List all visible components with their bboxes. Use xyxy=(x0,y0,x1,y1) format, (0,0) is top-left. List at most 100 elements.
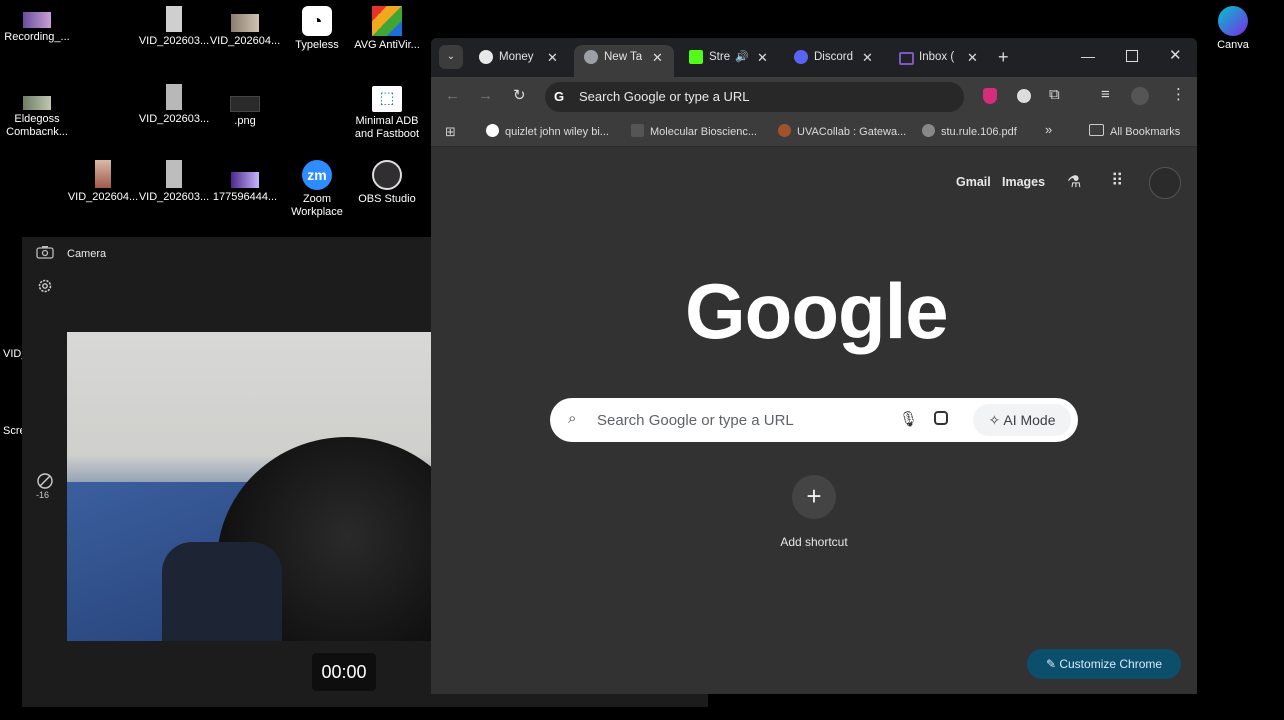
images-link[interactable]: Images xyxy=(1002,175,1045,189)
bookmark-uvacollab[interactable]: UVACollab : Gatewa... xyxy=(778,124,906,138)
all-bookmarks-folder[interactable]: All Bookmarks xyxy=(1089,124,1180,138)
bookmark-pdf[interactable]: stu.rule.106.pdf xyxy=(922,124,1017,138)
toolbar: ← → ↻ G Search Google or type a URL ⧉ ≡ … xyxy=(431,77,1197,117)
desktop-icon-label: VID_202604... xyxy=(67,191,139,203)
apps-grid-icon[interactable]: ⊞ xyxy=(445,124,456,140)
omnibox-text: Search Google or type a URL xyxy=(579,89,750,104)
extensions-puzzle-icon[interactable]: ⧉ xyxy=(1049,86,1060,103)
desktop-icon-canva[interactable]: Canva xyxy=(1196,6,1270,52)
add-shortcut-button[interactable]: + xyxy=(792,475,836,519)
account-avatar[interactable] xyxy=(1149,167,1181,199)
camera-preview-feed xyxy=(67,332,467,641)
tab-inbox[interactable]: Inbox ( ✕ xyxy=(889,45,989,77)
chrome-window: ⌄ Money ✕ New Ta ✕ Stre 🔊 ✕ Discord ✕ In… xyxy=(431,38,1197,694)
more-bookmarks-chevron-icon[interactable]: » xyxy=(1045,122,1052,137)
search-icon: ⌕ xyxy=(568,410,577,427)
canva-icon xyxy=(1218,6,1248,36)
desktop-icon-label: .png xyxy=(234,115,256,127)
tab-new-tab[interactable]: New Ta ✕ xyxy=(574,45,674,77)
desktop-icon-vid-4[interactable]: VID_202604... xyxy=(66,160,140,204)
back-icon[interactable]: ← xyxy=(445,87,460,104)
desktop-icon-label: Canva xyxy=(1217,39,1249,51)
video-thumbnail-icon xyxy=(166,84,182,110)
desktop-icon-minimal-adb[interactable]: ⬚ Minimal ADB and Fastboot xyxy=(350,86,424,141)
uva-favicon-icon xyxy=(778,124,791,137)
audio-playing-icon[interactable]: 🔊 xyxy=(735,45,749,70)
tab-close-icon[interactable]: ✕ xyxy=(547,45,558,70)
extension-shield-icon[interactable] xyxy=(983,88,997,104)
desktop-icon-vid-1[interactable]: VID_202603... xyxy=(137,6,211,48)
add-shortcut-label: Add shortcut xyxy=(780,535,848,549)
desktop-icon-obs[interactable]: OBS Studio xyxy=(350,160,424,206)
bookmark-molecular[interactable]: Molecular Bioscienc... xyxy=(631,124,757,138)
ai-mode-button[interactable]: ✧ AI Mode xyxy=(973,404,1071,436)
tab-stream[interactable]: Stre 🔊 ✕ xyxy=(679,45,779,77)
close-window-icon[interactable]: ✕ xyxy=(1169,46,1182,64)
settings-gear-icon[interactable] xyxy=(36,277,54,295)
maximize-icon[interactable] xyxy=(1126,50,1138,62)
desktop-icon-typeless[interactable]: ◔ Typeless xyxy=(280,6,354,52)
customize-chrome-label: Customize Chrome xyxy=(1059,657,1163,671)
zoom-icon: zm xyxy=(302,160,332,190)
desktop-icon-label: Typeless xyxy=(295,39,339,51)
bookmarks-bar: ⊞ quizlet john wiley bi... Molecular Bio… xyxy=(431,117,1197,147)
desktop-icon-avg[interactable]: AVG AntiVir... xyxy=(350,6,424,52)
tab-close-icon[interactable]: ✕ xyxy=(652,45,663,70)
menu-kebab-icon[interactable]: ⋮ xyxy=(1171,85,1186,103)
minimize-icon[interactable]: — xyxy=(1081,48,1095,64)
gmail-link[interactable]: Gmail xyxy=(956,175,991,189)
tab-close-icon[interactable]: ✕ xyxy=(967,45,978,70)
reload-icon[interactable]: ↻ xyxy=(513,86,526,104)
video-thumbnail-icon xyxy=(231,14,259,32)
voice-search-mic-icon[interactable]: 🎙 xyxy=(899,410,918,428)
bookmark-label: quizlet john wiley bi... xyxy=(505,126,609,138)
bookmark-quizlet[interactable]: quizlet john wiley bi... xyxy=(486,124,609,138)
tab-search-chevron-icon[interactable]: ⌄ xyxy=(439,45,463,69)
desktop-icon-label: Minimal ADB and Fastboot xyxy=(354,115,420,140)
person-shoulder xyxy=(162,542,282,641)
obs-icon xyxy=(372,160,402,190)
kick-favicon-icon xyxy=(689,50,703,64)
globe-favicon-icon xyxy=(922,124,935,137)
desktop-icon-vid-3[interactable]: VID_202603... xyxy=(137,84,211,126)
labs-flask-icon[interactable]: ⚗ xyxy=(1067,172,1081,192)
tab-label: New Ta xyxy=(604,51,642,63)
media-control-icon[interactable]: ≡ xyxy=(1101,86,1110,103)
tab-label: Money xyxy=(499,51,534,63)
desktop-icon-label: Recording_... xyxy=(4,31,70,43)
tab-discord[interactable]: Discord ✕ xyxy=(784,45,884,77)
desktop-icon-zoom[interactable]: zm Zoom Workplace xyxy=(280,160,354,219)
tab-close-icon[interactable]: ✕ xyxy=(862,45,873,70)
university-favicon-icon xyxy=(631,124,644,137)
customize-chrome-button[interactable]: ✎ Customize Chrome xyxy=(1027,649,1181,679)
new-tab-plus-icon[interactable]: + xyxy=(998,47,1009,68)
desktop-icon-recording[interactable]: Recording_... xyxy=(0,12,74,44)
desktop-icon-vid-2[interactable]: VID_202604... xyxy=(208,14,282,48)
tab-close-icon[interactable]: ✕ xyxy=(757,45,768,70)
desktop-icon-eldegoss[interactable]: Eldegoss Combacnk... xyxy=(0,96,74,139)
omnibox[interactable]: G Search Google or type a URL xyxy=(545,82,964,112)
desktop-icon-vid-5[interactable]: VID_202603... xyxy=(137,160,211,204)
tab-money[interactable]: Money ✕ xyxy=(469,45,569,77)
image-thumbnail-icon xyxy=(23,96,51,110)
bookmark-label: Molecular Bioscienc... xyxy=(650,126,757,138)
desktop-icon-png[interactable]: .png xyxy=(208,96,282,128)
extension-icon[interactable] xyxy=(1017,89,1031,103)
video-thumbnail-icon xyxy=(166,6,182,32)
image-thumbnail-icon xyxy=(231,172,259,188)
exposure-icon[interactable] xyxy=(36,472,54,490)
typeless-icon: ◔ xyxy=(302,6,332,36)
avg-icon xyxy=(372,6,402,36)
google-logo: Google xyxy=(685,267,949,355)
tab-strip: ⌄ Money ✕ New Ta ✕ Stre 🔊 ✕ Discord ✕ In… xyxy=(431,38,1197,77)
desktop-icon-177[interactable]: 177596444... xyxy=(208,172,282,204)
video-thumbnail-icon xyxy=(166,160,182,188)
desktop-icon-label: Eldegoss Combacnk... xyxy=(6,113,68,138)
ntp-search-box[interactable]: ⌕ Search Google or type a URL 🎙 ✧ AI Mod… xyxy=(550,398,1078,442)
desktop-icon-label: 177596444... xyxy=(212,191,278,203)
lens-icon[interactable] xyxy=(934,411,948,425)
google-apps-grid-icon[interactable]: ⠿ xyxy=(1111,171,1123,191)
profile-avatar[interactable] xyxy=(1131,87,1149,105)
forward-icon[interactable]: → xyxy=(478,87,493,104)
pencil-icon: ✎ xyxy=(1045,657,1060,671)
